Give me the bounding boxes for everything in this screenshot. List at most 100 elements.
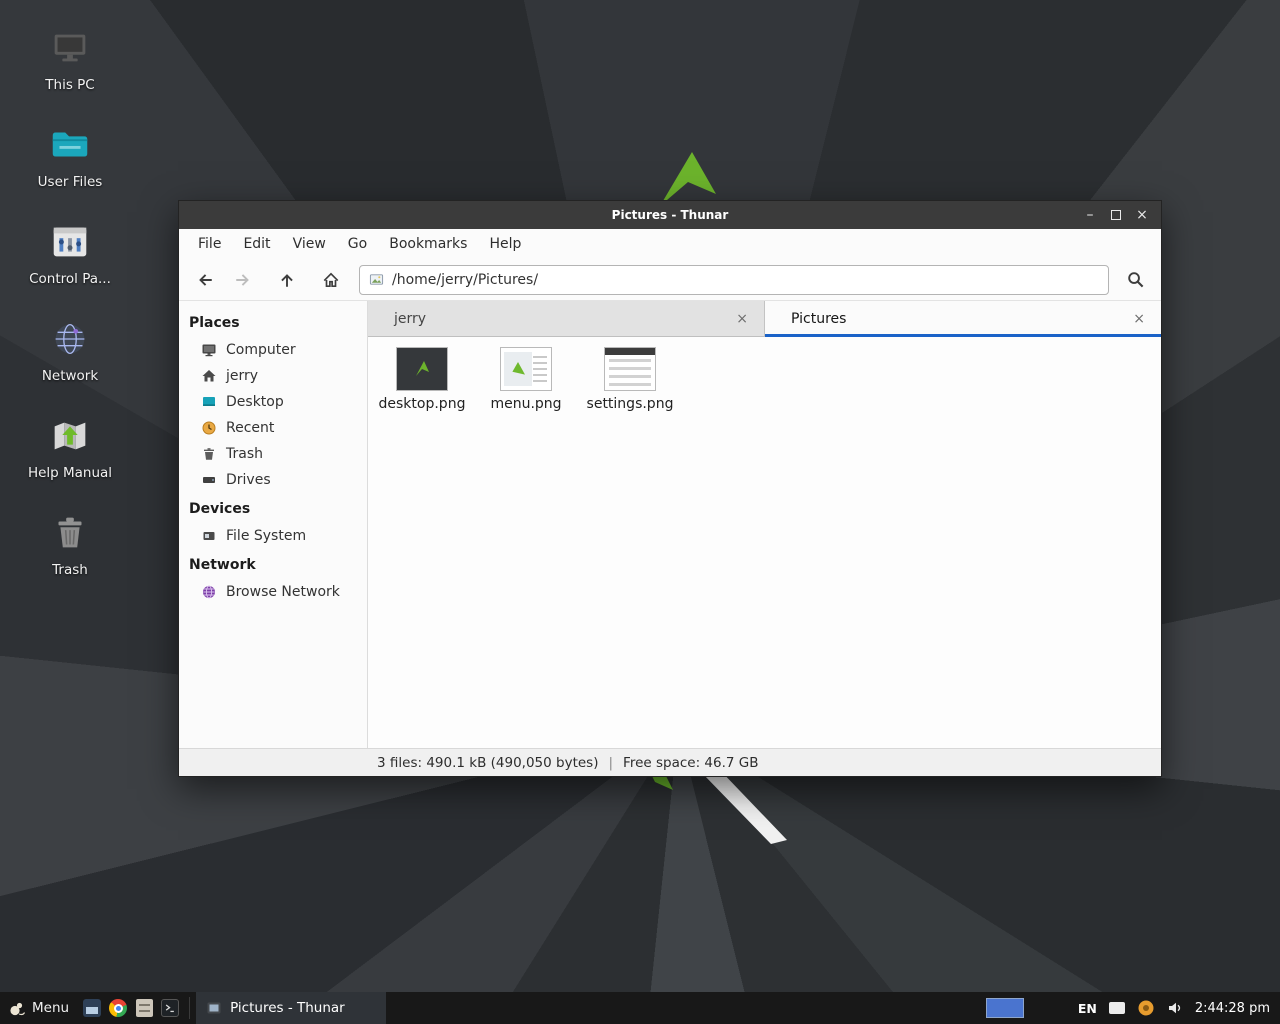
browser-launcher[interactable] [105,992,131,1024]
desktop-icon-label: User Files [38,174,103,190]
titlebar[interactable]: Pictures - Thunar – × [179,201,1161,229]
sidebar-section-network: Network [179,551,367,579]
desktop: This PC User Files [0,0,1280,1024]
update-notifier-icon[interactable] [1137,999,1155,1017]
thunar-icon [206,1000,222,1016]
file-name: menu.png [490,396,561,412]
file-manager-launcher[interactable] [79,992,105,1024]
file-name: settings.png [587,396,674,412]
tab-close-icon[interactable]: × [1129,309,1149,329]
panel-separator [189,997,190,1019]
tab-close-icon[interactable]: × [732,309,752,329]
up-button[interactable] [271,265,303,295]
sidebar-item-desktop[interactable]: Desktop [179,389,367,415]
sidebar-item-label: jerry [226,368,258,384]
sidebar-item-browse-network[interactable]: Browse Network [179,579,367,605]
path-text: /home/jerry/Pictures/ [392,272,538,288]
menu-go[interactable]: Go [337,232,378,256]
status-divider: | [608,755,613,771]
desktop-icon-user-files[interactable]: User Files [18,121,122,190]
menu-label: Menu [32,1000,69,1016]
file-name: desktop.png [379,396,466,412]
menu-edit[interactable]: Edit [232,232,281,256]
tab-jerry[interactable]: jerry × [368,301,765,337]
desktop-icon-label: This PC [45,77,94,93]
sidebar-item-filesystem[interactable]: File System [179,523,367,549]
file-desktop-png[interactable]: desktop.png [370,347,474,412]
sidebar-item-label: Computer [226,342,296,358]
file-thumbnail [396,347,448,391]
computer-icon [201,342,217,358]
file-list[interactable]: desktop.png menu.png settings.png [368,337,1161,748]
menu-help[interactable]: Help [478,232,532,256]
tab-pictures[interactable]: Pictures × [765,301,1161,337]
sidebar-item-label: Drives [226,472,271,488]
display-tray-icon[interactable] [1109,1002,1125,1014]
tab-bar: jerry × Pictures × [368,301,1161,337]
sidebar-section-devices: Devices [179,495,367,523]
back-button[interactable] [189,265,221,295]
desktop-icon-label: Control Pa... [29,271,111,287]
close-button[interactable]: × [1131,205,1153,225]
location-bar[interactable]: /home/jerry/Pictures/ [359,265,1109,295]
file-settings-png[interactable]: settings.png [578,347,682,412]
menu-bookmarks[interactable]: Bookmarks [378,232,478,256]
file-menu-png[interactable]: menu.png [474,347,578,412]
trash-icon [201,446,217,462]
file-manager-icon [83,999,101,1017]
archive-launcher[interactable] [131,992,157,1024]
window-title: Pictures - Thunar [179,208,1161,222]
network-globe-icon [46,315,94,363]
sidebar: Places Computer jerry [179,301,368,748]
desktop-icon [201,394,217,410]
status-free-space: Free space: 46.7 GB [623,755,758,771]
cabinet-icon [136,999,153,1017]
chrome-icon [109,999,127,1017]
desktop-icon-label: Help Manual [28,465,112,481]
workspace-switcher[interactable] [986,998,1024,1018]
file-thumbnail [500,347,552,391]
desktop-icon-trash[interactable]: Trash [18,509,122,578]
forward-button[interactable] [227,265,259,295]
sidebar-section-places: Places [179,309,367,337]
whisker-menu-icon [8,1000,25,1017]
terminal-launcher[interactable] [157,992,183,1024]
desktop-icon-label: Network [42,368,98,384]
search-button[interactable] [1119,265,1151,295]
status-bar: 3 files: 490.1 kB (490,050 bytes) | Free… [179,748,1161,776]
task-button-thunar[interactable]: Pictures - Thunar [196,992,386,1024]
folder-icon [46,121,94,169]
file-thumbnail [604,347,656,391]
sidebar-item-recent[interactable]: Recent [179,415,367,441]
menu-file[interactable]: File [187,232,232,256]
keyboard-layout-indicator[interactable]: EN [1078,1001,1097,1016]
minimize-button[interactable]: – [1079,205,1101,225]
sidebar-item-home[interactable]: jerry [179,363,367,389]
desktop-icon-network[interactable]: Network [18,315,122,384]
window-body: Places Computer jerry [179,301,1161,748]
volume-icon[interactable] [1167,1000,1183,1016]
sidebar-item-drives[interactable]: Drives [179,467,367,493]
sidebar-item-computer[interactable]: Computer [179,337,367,363]
wallpaper-bottom-shapes [615,766,825,861]
tab-label: Pictures [791,311,846,327]
sidebar-item-label: Browse Network [226,584,340,600]
applications-menu-button[interactable]: Menu [0,992,79,1024]
task-button-label: Pictures - Thunar [230,1000,345,1016]
menu-view[interactable]: View [282,232,337,256]
home-button[interactable] [315,265,347,295]
desktop-icon-this-pc[interactable]: This PC [18,24,122,93]
desktop-icon-help-manual[interactable]: Help Manual [18,412,122,481]
clock: 2:44:28 pm [1195,1001,1270,1016]
desktop-icon-control-panel[interactable]: Control Pa... [18,218,122,287]
maximize-button[interactable] [1105,205,1127,225]
sidebar-item-trash[interactable]: Trash [179,441,367,467]
computer-icon [46,24,94,72]
globe-icon [201,584,217,600]
tab-label: jerry [394,311,426,327]
desktop-icon-list: This PC User Files [18,24,122,578]
toolbar: /home/jerry/Pictures/ [179,259,1161,301]
thunar-window: Pictures - Thunar – × File Edit View Go … [178,200,1162,777]
sidebar-item-label: Recent [226,420,274,436]
system-tray: EN 2:44:28 pm [986,992,1280,1024]
